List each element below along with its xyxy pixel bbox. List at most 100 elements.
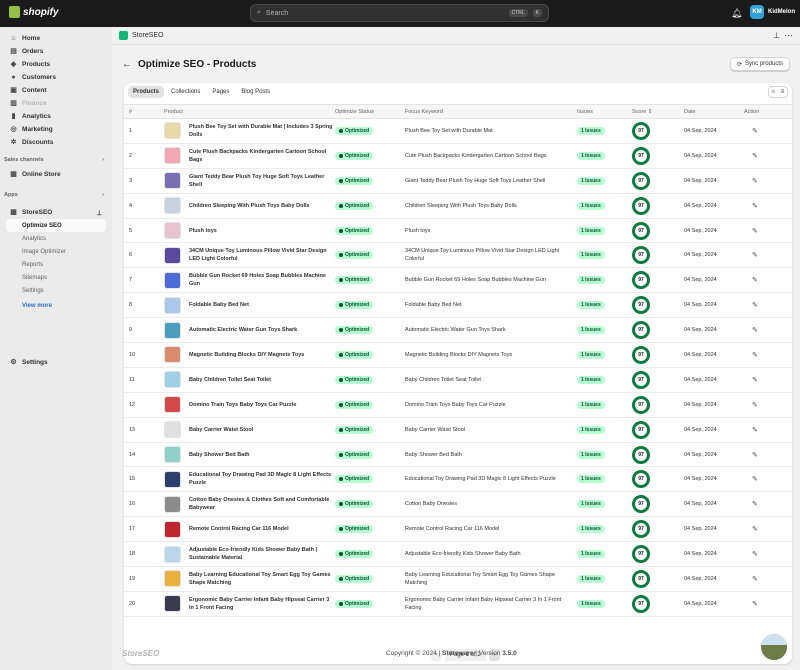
product-name[interactable]: Baby Shower Bed Bath [189,451,250,459]
product-name[interactable]: Baby Children Toilet Seat Toilet [189,376,271,384]
table-row[interactable]: 9 Automatic Electric Water Gun Toys Shark… [124,317,792,344]
edit-icon[interactable]: ✎ [752,228,758,235]
subnav-sitemaps[interactable]: Sitemaps [6,271,106,284]
view-more-link[interactable]: View more [6,299,106,312]
product-name[interactable]: Plush Bee Toy Set with Durable Mat | Inc… [189,123,335,139]
back-arrow-icon[interactable]: ← [122,59,132,70]
edit-icon[interactable]: ✎ [752,377,758,384]
product-name[interactable]: Domino Train Toys Baby Toys Car Puzzle [189,401,296,409]
edit-icon[interactable]: ✎ [752,601,758,608]
chat-avatar-widget[interactable] [761,634,787,660]
sync-label: Sync products [744,61,783,67]
edit-icon[interactable]: ✎ [752,302,758,309]
search-input[interactable]: ⌕ Search CTRL K [250,4,549,22]
subnav-optimize-seo[interactable]: Optimize SEO [6,219,106,232]
nav-content[interactable]: ▣ Content [6,84,56,97]
edit-icon[interactable]: ✎ [752,277,758,284]
product-cell: Magnetic Building Blocks DIY Magnets Toy… [164,342,335,368]
edit-icon[interactable]: ✎ [752,526,758,533]
pin-icon[interactable]: ⊥ [96,209,102,217]
nav-analytics[interactable]: ▮ Analytics [6,110,56,123]
table-row[interactable]: 5 Plush toys Optimized Plush toys 1 Issues 97… [124,218,792,244]
product-name[interactable]: Foldable Baby Bed Net [189,301,249,309]
table-row[interactable]: 6 34CM Unique Toy Luminous Pillow Vivid S… [124,242,792,269]
table-row[interactable]: 16 Cotton Baby Onesies & Clothes Soft and… [124,491,792,518]
nav-customers[interactable]: ● Customers [6,71,56,84]
product-name[interactable]: Bubble Gun Rocket 69 Holes Soap Bubbles … [189,272,335,288]
product-name[interactable]: Cute Plush Backpacks Kindergarten Cartoo… [189,148,335,164]
store-menu[interactable]: KM KidMelon [750,5,795,19]
tab-blog-posts[interactable]: Blog Posts [236,86,275,98]
product-name[interactable]: Plush toys [189,227,217,235]
table-row[interactable]: 11 Baby Children Toilet Seat Toilet Optimi… [124,367,792,393]
search-filter-button[interactable]: ⌕ ≡ [768,86,788,98]
product-name[interactable]: Giant Teddy Bear Plush Toy Huge Soft Toy… [189,173,335,189]
table-row[interactable]: 17 Remote Control Racing Car 116 Model Opt… [124,516,792,543]
edit-icon[interactable]: ✎ [752,178,758,185]
nav-online-store[interactable]: ▦ Online Store [6,168,60,181]
edit-icon[interactable]: ✎ [752,203,758,210]
company-link[interactable]: Storeware [442,650,473,657]
edit-icon[interactable]: ✎ [752,452,758,459]
tab-products[interactable]: Products [128,86,165,98]
subnav-reports[interactable]: Reports [6,258,106,271]
edit-icon[interactable]: ✎ [752,252,758,259]
nav-marketing[interactable]: ◎ Marketing [6,123,56,136]
table-row[interactable]: 20 Ergonomic Baby Carrier Infant Baby Hip… [124,591,792,617]
edit-icon[interactable]: ✎ [752,352,758,359]
table-row[interactable]: 15 Educational Toy Drawing Pad 3D Magic 8… [124,466,792,493]
product-name[interactable]: Cotton Baby Onesies & Clothes Soft and C… [189,496,335,512]
edit-icon[interactable]: ✎ [752,476,758,483]
table-row[interactable]: 14 Baby Shower Bed Bath Optimized Baby Show… [124,442,792,468]
nav-discounts[interactable]: ✲ Discounts [6,136,56,149]
product-name[interactable]: Automatic Electric Water Gun Toys Shark [189,326,297,334]
nav-storeseo[interactable]: ▩ StoreSEO ⊥ [6,206,106,219]
shopify-logo[interactable]: shopify [9,6,59,18]
table-row[interactable]: 1 Plush Bee Toy Set with Durable Mat | In… [124,118,792,144]
table-row[interactable]: 18 Adjustable Eco-friendly Kids Shower Ba… [124,541,792,568]
more-options-icon[interactable]: ⋯ [784,30,793,41]
edit-icon[interactable]: ✎ [752,327,758,334]
nav-finance[interactable]: ▥ Finance [6,97,56,110]
table-row[interactable]: 13 Baby Carrier Waist Stool Optimized Baby … [124,417,792,443]
table-row[interactable]: 4 Children Sleeping With Plush Toys Baby … [124,193,792,219]
sync-products-button[interactable]: ⟳ Sync products [729,57,790,71]
nav-orders[interactable]: ▤ Orders [6,45,56,58]
col-score[interactable]: Score ⇕ [632,104,684,119]
edit-icon[interactable]: ✎ [752,402,758,409]
edit-icon[interactable]: ✎ [752,128,758,135]
table-row[interactable]: 12 Domino Train Toys Baby Toys Car Puzzle… [124,392,792,418]
edit-icon[interactable]: ✎ [752,427,758,434]
edit-icon[interactable]: ✎ [752,501,758,508]
subnav-image-optimizer[interactable]: Image Optimizer [6,245,106,258]
apps-header[interactable]: Apps › [4,192,104,198]
product-name[interactable]: 34CM Unique Toy Luminous Pillow Vivid St… [189,247,335,263]
nav-settings[interactable]: ⚙︎ Settings [6,356,47,369]
product-name[interactable]: Ergonomic Baby Carrier Infant Baby Hipse… [189,596,335,612]
product-name[interactable]: Baby Carrier Waist Stool [189,426,253,434]
sales-channels-header[interactable]: Sales channels › [4,157,104,163]
subnav-analytics[interactable]: Analytics [6,232,106,245]
product-name[interactable]: Children Sleeping With Plush Toys Baby D… [189,202,310,210]
tab-collections[interactable]: Collections [166,86,205,98]
table-row[interactable]: 7 Bubble Gun Rocket 69 Holes Soap Bubbles… [124,267,792,294]
edit-icon[interactable]: ✎ [752,153,758,160]
product-name[interactable]: Baby Learning Educational Toy Smart Egg … [189,571,335,587]
table-row[interactable]: 8 Foldable Baby Bed Net Optimized Foldable … [124,292,792,319]
nav-home[interactable]: ⌂ Home [6,32,56,45]
product-name[interactable]: Educational Toy Drawing Pad 3D Magic 8 L… [189,471,335,487]
table-row[interactable]: 10 Magnetic Building Blocks DIY Magnets T… [124,342,792,368]
product-name[interactable]: Remote Control Racing Car 116 Model [189,525,289,533]
product-name[interactable]: Adjustable Eco-friendly Kids Shower Baby… [189,546,335,562]
edit-icon[interactable]: ✎ [752,551,758,558]
table-row[interactable]: 3 Giant Teddy Bear Plush Toy Huge Soft To… [124,168,792,194]
subnav-settings[interactable]: Settings [6,284,106,297]
pin-icon[interactable]: ⊥ [773,31,780,40]
tab-pages[interactable]: Pages [207,86,234,98]
product-name[interactable]: Magnetic Building Blocks DIY Magnets Toy… [189,351,304,359]
table-row[interactable]: 2 Cute Plush Backpacks Kindergarten Carto… [124,143,792,169]
table-row[interactable]: 19 Baby Learning Educational Toy Smart Eg… [124,566,792,592]
edit-icon[interactable]: ✎ [752,576,758,583]
nav-products[interactable]: ◆ Products [6,58,56,71]
bell-icon[interactable]: 🔔︎ [731,8,742,18]
